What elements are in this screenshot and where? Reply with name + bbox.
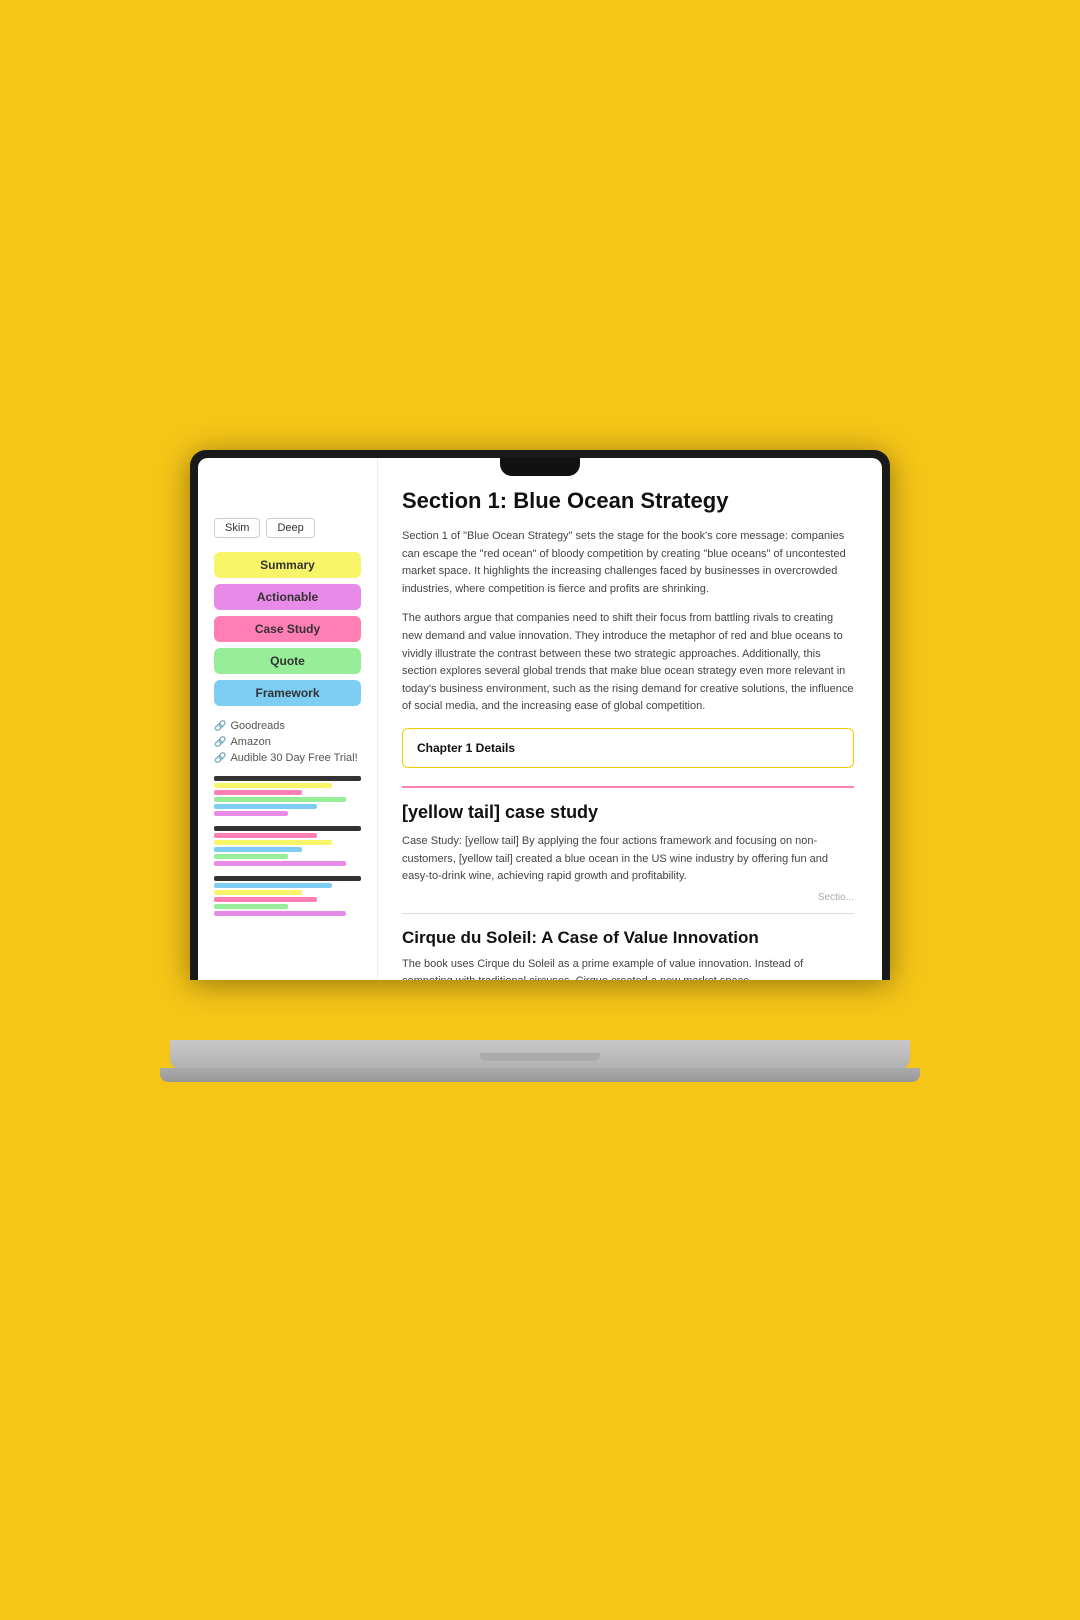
section-body-2: The authors argue that companies need to… [402,610,854,716]
tag-actionable-button[interactable]: Actionable [214,584,361,610]
bar [214,861,346,866]
link-icon-3: 🔗 [214,753,226,764]
bar [214,904,288,909]
laptop-lid: Skim Deep Summary Actionable Case Study … [190,450,890,980]
tag-summary-button[interactable]: Summary [214,552,361,578]
bar [214,783,332,788]
skim-button[interactable]: Skim [214,518,260,538]
laptop-base-bottom [160,1068,920,1082]
tag-quote-button[interactable]: Quote [214,648,361,674]
cirque-divider [402,913,854,914]
bar [214,897,317,902]
bar [214,790,302,795]
tag-casestudy-button[interactable]: Case Study [214,616,361,642]
bar-group-3 [214,876,361,918]
bar [214,911,346,916]
audible-link[interactable]: 🔗 Audible 30 Day Free Trial! [214,752,361,764]
cirque-body: The book uses Cirque du Soleil as a prim… [402,956,854,980]
laptop-hinge [480,1053,600,1061]
section-body-1: Section 1 of "Blue Ocean Strategy" sets … [402,528,854,598]
bar [214,811,288,816]
case-study-body: Case Study: [yellow tail] By applying th… [402,833,854,886]
bar [214,840,332,845]
camera-notch [500,458,580,476]
bar [214,797,346,802]
bar [214,826,361,831]
bar [214,847,302,852]
chapter-details-label: Chapter 1 Details [417,741,515,755]
sidebar: Skim Deep Summary Actionable Case Study … [198,458,378,980]
bar [214,776,361,781]
amazon-link[interactable]: 🔗 Amazon [214,736,361,748]
cirque-title: Cirque du Soleil: A Case of Value Innova… [402,928,854,948]
link-icon-1: 🔗 [214,721,226,732]
bar [214,876,361,881]
bar-group-2 [214,826,361,868]
bar [214,804,317,809]
case-study-title: [yellow tail] case study [402,802,854,823]
bar [214,854,288,859]
case-study-divider [402,786,854,788]
goodreads-link[interactable]: 🔗 Goodreads [214,720,361,732]
tag-framework-button[interactable]: Framework [214,680,361,706]
laptop-base [170,1040,910,1070]
sidebar-links: 🔗 Goodreads 🔗 Amazon 🔗 Audible 30 Day Fr… [214,720,361,764]
section-label-small: Sectio... [402,892,854,903]
bar [214,883,332,888]
filter-row: Skim Deep [214,518,361,538]
bar [214,890,302,895]
link-icon-2: 🔗 [214,737,226,748]
deep-button[interactable]: Deep [266,518,314,538]
bar-group-1 [214,776,361,818]
bar [214,833,317,838]
section-title: Section 1: Blue Ocean Strategy [402,488,854,514]
screen: Skim Deep Summary Actionable Case Study … [198,458,882,980]
laptop-wrapper: Skim Deep Summary Actionable Case Study … [170,450,910,1070]
chapter-details-box: Chapter 1 Details [402,728,854,768]
main-content: Section 1: Blue Ocean Strategy Section 1… [378,458,882,980]
